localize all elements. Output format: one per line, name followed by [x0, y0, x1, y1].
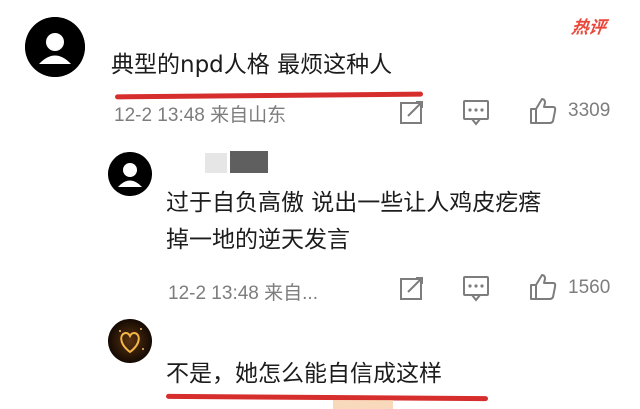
comment-text: 典型的npd人格 最烦这种人 — [111, 52, 393, 78]
like-count: 1560 — [568, 277, 611, 298]
comment-meta: 12-2 13:48 来自山东 — [114, 105, 287, 126]
reply-icon[interactable] — [461, 273, 491, 303]
like-thumb-icon[interactable] — [528, 272, 558, 302]
username-redacted — [205, 153, 227, 173]
default-user-icon — [25, 17, 85, 77]
comment-text-line: 过于自负高傲 说出一些让人鸡皮疙瘩 — [166, 190, 542, 216]
avatar[interactable] — [108, 319, 152, 363]
comment-text-line: 掉一地的逆天发言 — [166, 227, 350, 253]
default-user-icon — [108, 152, 152, 196]
share-icon[interactable] — [397, 273, 427, 303]
username-redacted — [230, 151, 268, 173]
red-underline-mark — [114, 91, 424, 100]
like-thumb-icon[interactable] — [528, 96, 558, 126]
share-icon[interactable] — [397, 97, 427, 127]
hot-comment-badge: 热评 — [570, 18, 608, 38]
avatar[interactable] — [108, 152, 152, 196]
heart-image-icon — [108, 319, 152, 363]
comment-meta: 12-2 13:48 来自... — [168, 283, 318, 304]
partial-next-content — [333, 400, 393, 409]
like-count: 3309 — [568, 100, 611, 121]
red-underline-mark — [165, 393, 489, 402]
reply-icon[interactable] — [461, 97, 491, 127]
avatar[interactable] — [25, 17, 85, 77]
comment-text: 不是，她怎么能自信成这样 — [166, 361, 442, 387]
